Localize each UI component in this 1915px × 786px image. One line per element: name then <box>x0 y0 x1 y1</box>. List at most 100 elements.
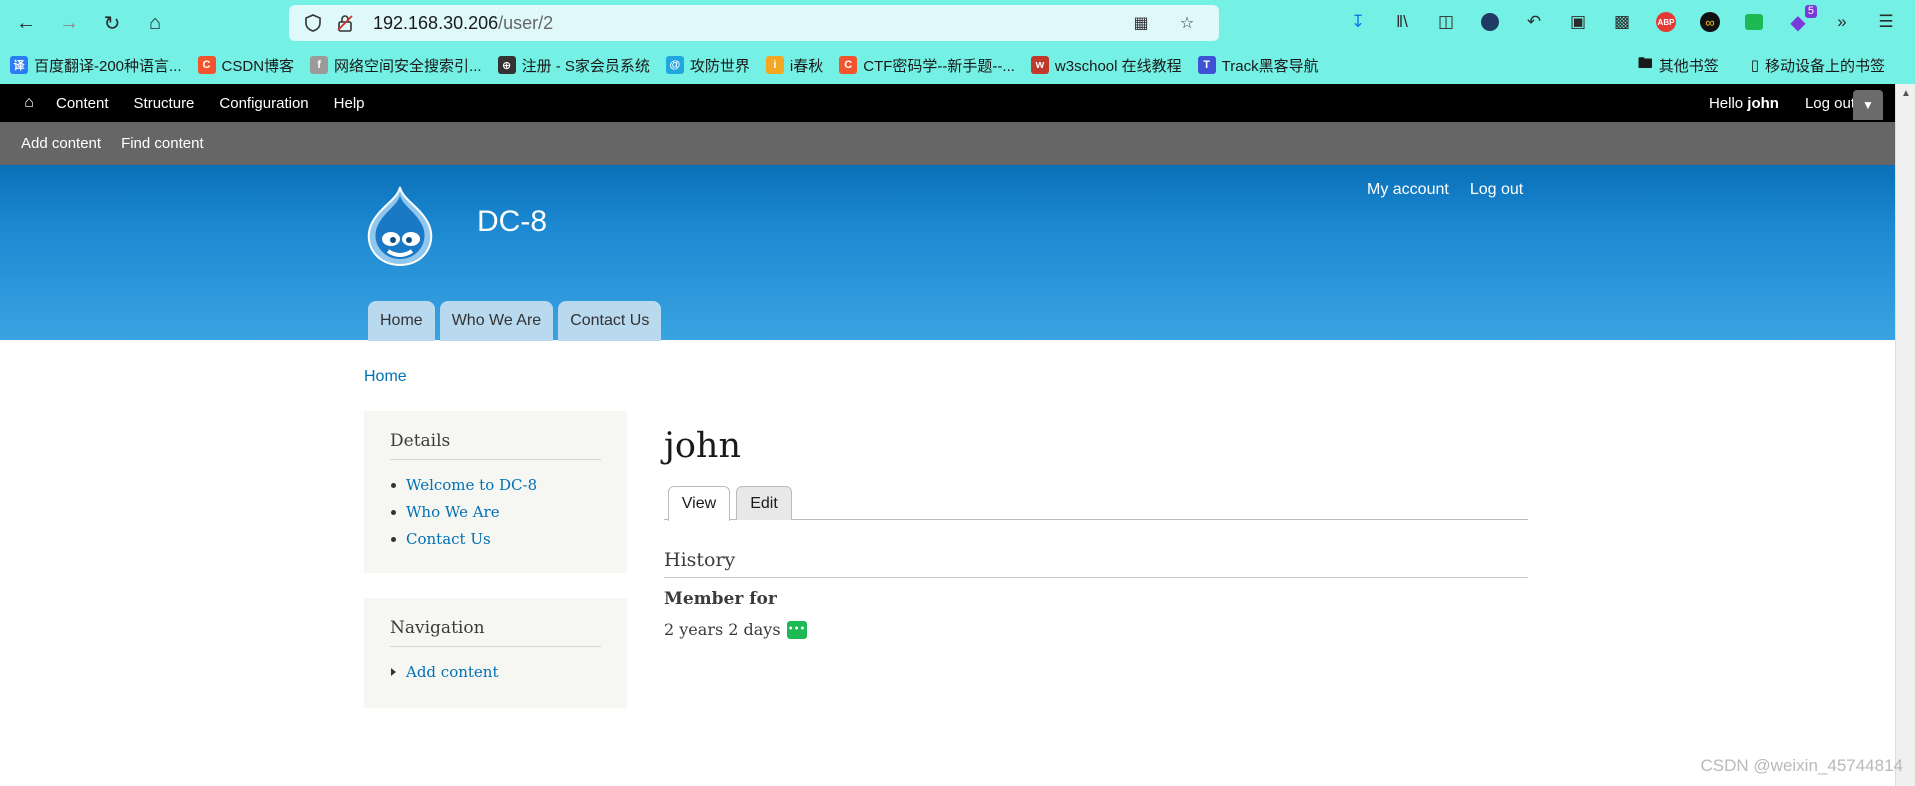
admin-toolbar: ⌂ Content Structure Configuration Help H… <box>0 84 1895 122</box>
main-menu-who-we-are[interactable]: Who We Are <box>439 301 554 341</box>
url-actions: ▦ ☆ <box>1129 11 1207 35</box>
main-menu-contact-us[interactable]: Contact Us <box>558 301 662 341</box>
bookmarks-right: 🖿 其他书签 ▯ 移动设备上的书签 <box>1638 53 1901 78</box>
shortcut-find-content[interactable]: Find content <box>121 135 204 152</box>
details-item-label[interactable]: Contact Us <box>406 530 491 548</box>
toolbar-right: ↧ ‖\ ◫ ↶ ▣ ▩ ABP ∞ ◆ 5 » ☰ <box>1343 5 1901 37</box>
page-scrollbar[interactable]: ▲ <box>1895 84 1915 786</box>
bookmark-favicon-icon: @ <box>665 56 684 74</box>
shortcuts-toggle-button[interactable]: ▼ <box>1853 90 1883 120</box>
bookmark-favicon-icon: w <box>1030 56 1049 74</box>
admin-link-content[interactable]: Content <box>56 95 109 112</box>
bookmark-label: CTF密码学--新手题--... <box>863 57 1015 75</box>
bookmark-item[interactable]: i i春秋 <box>765 55 824 76</box>
screenshot-icon[interactable]: ▩ <box>1607 7 1637 37</box>
details-item[interactable]: Who We Are <box>390 503 601 521</box>
admin-link-structure[interactable]: Structure <box>134 95 195 112</box>
bookmark-item[interactable]: ⊕ 注册 - S家会员系统 <box>497 55 650 76</box>
caret-down-icon: ▼ <box>1862 98 1874 112</box>
wechat-extension-icon[interactable] <box>1739 7 1769 37</box>
hello-user[interactable]: Hello john <box>1709 95 1779 112</box>
hello-prefix: Hello <box>1708 94 1748 112</box>
bookmark-favicon-icon: ⊕ <box>497 56 516 74</box>
forward-icon[interactable]: → <box>53 7 85 39</box>
undo-icon[interactable]: ↶ <box>1519 7 1549 37</box>
shortcut-add-content[interactable]: Add content <box>21 135 101 152</box>
qr-code-icon[interactable]: ▦ <box>1129 11 1153 35</box>
bookmark-favicon-icon: C <box>839 56 858 74</box>
details-item[interactable]: Welcome to DC-8 <box>390 476 601 494</box>
details-item-label[interactable]: Who We Are <box>406 503 500 521</box>
admin-link-help[interactable]: Help <box>334 95 365 112</box>
url-text: 192.168.30.206/user/2 <box>373 13 553 34</box>
adblock-icon[interactable]: ABP <box>1651 7 1681 37</box>
bookmark-item[interactable]: f 网络空间安全搜索引... <box>310 55 482 76</box>
bookmark-item[interactable]: T Track黑客导航 <box>1197 55 1319 76</box>
overflow-chevron-icon[interactable]: » <box>1827 7 1857 37</box>
mobile-bookmarks-label: 移动设备上的书签 <box>1764 57 1885 75</box>
reload-icon[interactable]: ↻ <box>96 7 128 39</box>
details-item[interactable]: Contact Us <box>390 530 601 548</box>
main-menu-home[interactable]: Home <box>368 301 435 341</box>
bookmark-label: i春秋 <box>789 57 824 75</box>
watermark: CSDN @weixin_45744814 <box>1700 756 1903 775</box>
tab-view[interactable]: View <box>668 486 730 521</box>
download-icon[interactable]: ↧ <box>1343 7 1373 37</box>
other-bookmarks[interactable]: 🖿 其他书签 <box>1638 53 1719 78</box>
bookmark-star-icon[interactable]: ☆ <box>1175 11 1199 35</box>
bookmark-favicon-icon: 译 <box>10 56 28 74</box>
details-item-label[interactable]: Welcome to DC-8 <box>406 476 537 494</box>
extension-globe-icon[interactable] <box>1475 7 1505 37</box>
bookmark-item[interactable]: C CTF密码学--新手题--... <box>839 55 1015 76</box>
home-icon[interactable]: ⌂ <box>139 7 171 39</box>
page-title: john <box>664 426 742 466</box>
main-menu: Home Who We Are Contact Us <box>368 301 662 341</box>
url-host: 192.168.30.206 <box>373 12 499 33</box>
navigation-item-label[interactable]: Add content <box>406 663 499 681</box>
bookmark-item[interactable]: @ 攻防世界 <box>665 55 750 76</box>
shield-icon[interactable] <box>301 11 325 35</box>
bullet-icon <box>391 509 396 515</box>
menu-icon[interactable]: ☰ <box>1871 7 1901 37</box>
extension-diamond-icon[interactable]: ◆ 5 <box>1783 5 1817 37</box>
drupal-logo[interactable] <box>362 185 438 267</box>
tab-edit[interactable]: Edit <box>736 486 792 520</box>
bookmark-label: 攻防世界 <box>689 57 750 75</box>
other-bookmarks-label: 其他书签 <box>1658 57 1719 75</box>
folder-icon: 🖿 <box>1637 54 1653 72</box>
admin-link-configuration[interactable]: Configuration <box>219 95 308 112</box>
url-bar[interactable]: 192.168.30.206/user/2 ▦ ☆ <box>289 5 1219 41</box>
header-logout-link[interactable]: Log out <box>1470 181 1523 199</box>
member-for-label: Member for <box>664 589 777 609</box>
bookmark-item[interactable]: 译百度翻译-200种语言... <box>10 55 182 76</box>
site-name[interactable]: DC-8 <box>477 205 547 239</box>
content-tabs: View Edit <box>664 484 1528 521</box>
url-path: /user/2 <box>498 12 554 33</box>
my-account-link[interactable]: My account <box>1367 181 1449 199</box>
bookmark-label: 注册 - S家会员系统 <box>521 57 650 75</box>
infinity-icon[interactable]: ∞ <box>1695 7 1725 37</box>
admin-logout-link[interactable]: Log out <box>1805 95 1855 112</box>
site-header: DC-8 My account Log out Home Who We Are … <box>0 165 1895 341</box>
nav-buttons: ← → ↻ ⌂ <box>10 7 171 39</box>
library-icon[interactable]: ‖\ <box>1387 7 1417 37</box>
navigation-list: Add content <box>390 663 601 681</box>
bookmark-label: 百度翻译-200种语言... <box>34 57 182 75</box>
insecure-lock-icon[interactable] <box>333 11 357 35</box>
navigation-block-title: Navigation <box>390 618 601 647</box>
bullet-icon <box>391 482 396 488</box>
breadcrumb-home-link[interactable]: Home <box>364 368 407 385</box>
extension-cat-icon[interactable]: ▣ <box>1563 7 1593 37</box>
navigation-item[interactable]: Add content <box>390 663 601 681</box>
details-block-title: Details <box>390 431 601 460</box>
admin-home-icon[interactable]: ⌂ <box>18 94 40 112</box>
collapsed-triangle-icon <box>391 668 396 676</box>
bookmark-label: Track黑客导航 <box>1221 57 1319 75</box>
scroll-up-icon[interactable]: ▲ <box>1901 88 1911 99</box>
sidebar-icon[interactable]: ◫ <box>1431 7 1461 37</box>
bookmark-item[interactable]: C CSDN博客 <box>197 55 294 76</box>
back-icon[interactable]: ← <box>10 7 42 39</box>
bookmark-item[interactable]: w w3school 在线教程 <box>1030 55 1182 76</box>
mobile-bookmarks[interactable]: ▯ 移动设备上的书签 <box>1751 53 1885 78</box>
chat-bubble-icon[interactable]: ••• <box>786 620 807 639</box>
